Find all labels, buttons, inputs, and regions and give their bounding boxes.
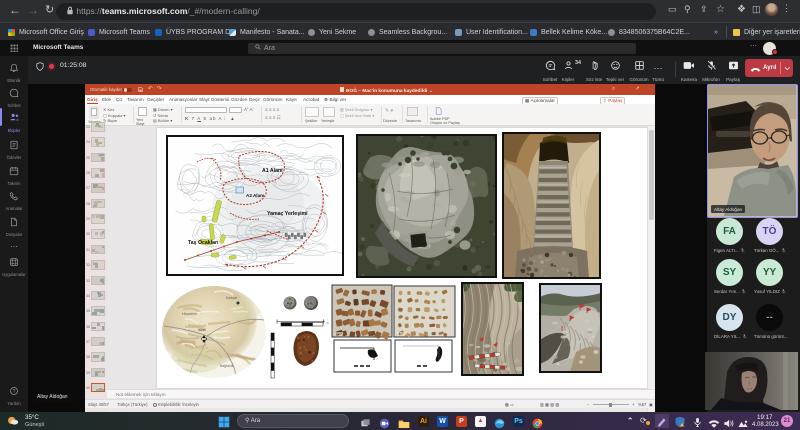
svg-text:Yamaç Yerleşimi: Yamaç Yerleşimi bbox=[267, 211, 308, 217]
svg-text:Taş Ocakları: Taş Ocakları bbox=[188, 240, 219, 246]
svg-text:İskan: İskan bbox=[198, 327, 206, 332]
svg-text:m: m bbox=[326, 321, 329, 325]
svg-text:Kaleçat: Kaleçat bbox=[226, 296, 237, 300]
svg-text:?: ? bbox=[13, 389, 16, 395]
svg-text:A1 Alanı: A1 Alanı bbox=[262, 168, 283, 174]
svg-text:YY09: YY09 bbox=[397, 331, 408, 336]
svg-text:A2 Alanı: A2 Alanı bbox=[246, 193, 264, 198]
svg-text:Bağözlük: Bağözlük bbox=[220, 364, 234, 368]
svg-text:W09: W09 bbox=[335, 331, 344, 336]
svg-text:Hisardere: Hisardere bbox=[182, 312, 197, 316]
